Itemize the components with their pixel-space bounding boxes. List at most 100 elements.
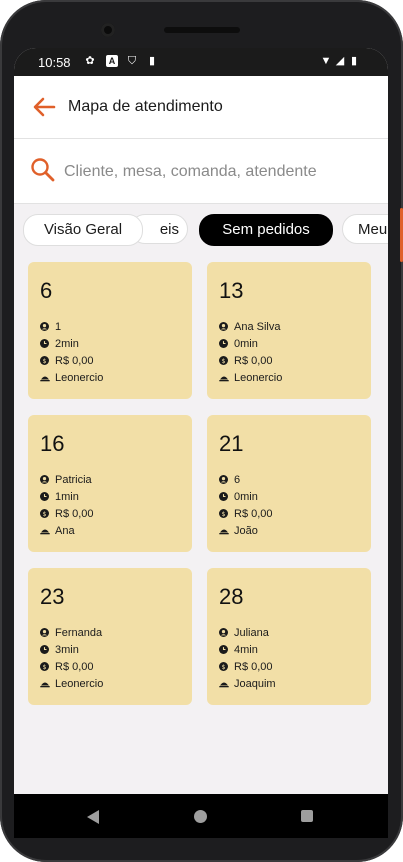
time-label: 4min xyxy=(234,644,258,656)
status-time: 10:58 xyxy=(38,55,71,70)
table-number: 6 xyxy=(40,278,53,303)
money-icon: $ xyxy=(219,355,228,365)
amount-row: $ R$ 0,00 xyxy=(219,354,273,368)
cloche-icon xyxy=(219,372,229,382)
money-icon: $ xyxy=(40,508,49,518)
person-row: Ana Silva xyxy=(219,320,280,334)
person-label: Patricia xyxy=(55,474,92,486)
person-row: 1 xyxy=(40,320,61,334)
svg-text:$: $ xyxy=(42,664,46,671)
svg-text:$: $ xyxy=(42,358,46,365)
time-label: 1min xyxy=(55,491,79,503)
waiter-row: Joaquim xyxy=(219,677,276,691)
table-card[interactable]: 13 Ana Silva 0min $ R$ 0,00 Leonercio xyxy=(207,262,371,399)
waiter-label: Leonercio xyxy=(234,372,283,384)
nav-back-icon[interactable] xyxy=(86,809,100,825)
filter-chips: Visão Geral eis Sem pedidos Meu xyxy=(14,212,388,246)
time-row: 0min xyxy=(219,337,258,351)
person-icon xyxy=(40,474,49,484)
arrow-left-icon[interactable] xyxy=(30,93,58,121)
person-label: 6 xyxy=(234,474,241,486)
phone-frame: 10:58 ✿ A ⛉ ▮ ▼ ◢ ▮ Mapa de atendimento … xyxy=(0,0,403,862)
table-number: 13 xyxy=(219,278,244,303)
cloche-icon xyxy=(40,678,50,688)
table-card[interactable]: 21 6 0min $ R$ 0,00 João xyxy=(207,415,371,552)
time-label: 2min xyxy=(55,338,79,350)
status-bar: 10:58 ✿ A ⛉ ▮ ▼ ◢ ▮ xyxy=(14,48,388,76)
amount-label: R$ 0,00 xyxy=(55,661,94,673)
clock-icon xyxy=(40,338,49,348)
time-row: 2min xyxy=(40,337,79,351)
svg-text:$: $ xyxy=(42,511,46,518)
amount-label: R$ 0,00 xyxy=(55,355,94,367)
person-row: 6 xyxy=(219,473,240,487)
time-label: 0min xyxy=(234,491,258,503)
chip-visao-geral[interactable]: Visão Geral xyxy=(23,214,143,246)
person-label: Juliana xyxy=(234,627,269,639)
table-card[interactable]: 23 Fernanda 3min $ R$ 0,00 Leonercio xyxy=(28,568,192,705)
time-row: 3min xyxy=(40,643,79,657)
clock-icon xyxy=(40,644,49,654)
nav-home-icon[interactable] xyxy=(194,810,207,823)
amount-row: $ R$ 0,00 xyxy=(219,507,273,521)
chip-sem-pedidos[interactable]: Sem pedidos xyxy=(199,214,333,246)
cloche-icon xyxy=(219,525,229,535)
front-camera xyxy=(101,23,115,37)
amount-row: $ R$ 0,00 xyxy=(40,507,94,521)
waiter-row: Ana xyxy=(40,524,75,538)
svg-text:$: $ xyxy=(221,511,225,518)
waiter-label: João xyxy=(234,525,258,537)
settings-icon: ✿ xyxy=(85,55,95,67)
table-number: 23 xyxy=(40,584,65,609)
waiter-label: Leonercio xyxy=(55,678,104,690)
nav-recents-icon[interactable] xyxy=(301,810,313,822)
waiter-row: Leonercio xyxy=(40,371,103,385)
person-icon xyxy=(40,627,49,637)
table-number: 16 xyxy=(40,431,65,456)
search-input[interactable] xyxy=(62,159,376,185)
amount-label: R$ 0,00 xyxy=(234,508,273,520)
amount-row: $ R$ 0,00 xyxy=(219,660,273,674)
money-icon: $ xyxy=(219,661,228,671)
chip-meu[interactable]: Meu xyxy=(342,214,388,244)
amount-label: R$ 0,00 xyxy=(234,661,273,673)
waiter-row: Leonercio xyxy=(40,677,103,691)
search-bar xyxy=(14,139,388,204)
cloche-icon xyxy=(40,525,50,535)
clock-icon xyxy=(219,644,228,654)
waiter-row: João xyxy=(219,524,258,538)
battery-icon: ▮ xyxy=(350,55,358,67)
table-number: 28 xyxy=(219,584,244,609)
amount-label: R$ 0,00 xyxy=(234,355,273,367)
person-label: Ana Silva xyxy=(234,321,281,333)
table-card[interactable]: 6 1 2min $ R$ 0,00 Leonercio xyxy=(28,262,192,399)
clock-icon xyxy=(219,338,228,348)
waiter-label: Joaquim xyxy=(234,678,276,690)
waiter-label: Leonercio xyxy=(55,372,104,384)
person-icon xyxy=(219,321,228,331)
system-nav-bar xyxy=(14,794,388,838)
page-title: Mapa de atendimento xyxy=(68,98,223,115)
clock-icon xyxy=(40,491,49,501)
time-label: 3min xyxy=(55,644,79,656)
clock-icon xyxy=(219,491,228,501)
wifi-icon: ▼ xyxy=(320,55,332,67)
time-label: 0min xyxy=(234,338,258,350)
table-card[interactable]: 16 Patricia 1min $ R$ 0,00 Ana xyxy=(28,415,192,552)
waiter-label: Ana xyxy=(55,525,75,537)
signal-icon: ◢ xyxy=(335,55,345,67)
svg-text:$: $ xyxy=(221,664,225,671)
time-row: 0min xyxy=(219,490,258,504)
app-bar: Mapa de atendimento xyxy=(14,76,388,139)
time-row: 4min xyxy=(219,643,258,657)
person-icon xyxy=(219,474,228,484)
amount-row: $ R$ 0,00 xyxy=(40,660,94,674)
sdcard-icon: ▮ xyxy=(148,55,156,67)
table-card[interactable]: 28 Juliana 4min $ R$ 0,00 Joaquim xyxy=(207,568,371,705)
font-icon: A xyxy=(106,55,118,67)
svg-text:$: $ xyxy=(221,358,225,365)
cloche-icon xyxy=(219,678,229,688)
cloche-icon xyxy=(40,372,50,382)
amount-label: R$ 0,00 xyxy=(55,508,94,520)
earpiece-speaker xyxy=(164,27,240,33)
